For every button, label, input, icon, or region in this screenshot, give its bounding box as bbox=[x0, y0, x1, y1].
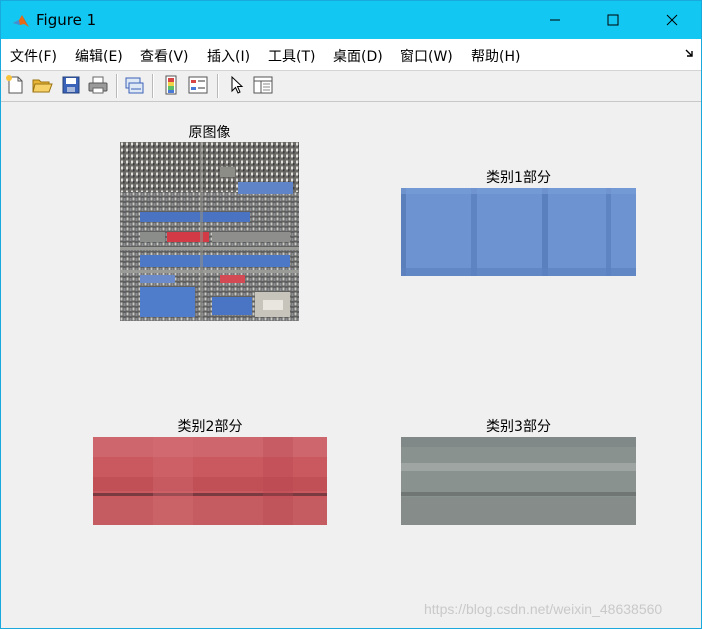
menu-desktop[interactable]: 桌面(D) bbox=[333, 46, 383, 66]
menu-view[interactable]: 查看(V) bbox=[140, 46, 189, 66]
watermark: https://blog.csdn.net/weixin_48638560 bbox=[424, 601, 663, 617]
title-bar[interactable]: Figure 1 bbox=[1, 1, 701, 39]
blue-region-graphic bbox=[401, 188, 636, 276]
menu-tools[interactable]: 工具(T) bbox=[268, 46, 315, 66]
original-aerial-image bbox=[120, 142, 299, 321]
dock-arrow-icon[interactable] bbox=[685, 48, 695, 58]
menu-help[interactable]: 帮助(H) bbox=[471, 46, 520, 66]
class3-image bbox=[401, 437, 636, 525]
minimize-button[interactable] bbox=[526, 1, 584, 39]
red-region-graphic bbox=[93, 437, 327, 525]
print-icon[interactable] bbox=[87, 74, 109, 96]
figure-canvas[interactable]: 原图像 类别1部分 类别2部分 类别3部分 https://blog.csdn.… bbox=[1, 102, 701, 628]
panel-title-original: 原图像 bbox=[188, 125, 231, 141]
gray-region-graphic bbox=[401, 437, 636, 525]
open-file-icon[interactable] bbox=[31, 74, 53, 96]
toolbar-separator bbox=[152, 74, 154, 98]
maximize-button[interactable] bbox=[584, 1, 642, 39]
new-figure-icon[interactable] bbox=[4, 74, 26, 96]
aerial-photo-graphic bbox=[120, 142, 299, 321]
panel-title-class1: 类别1部分 bbox=[486, 170, 551, 186]
link-plot-icon[interactable] bbox=[123, 74, 145, 96]
panel-title-class3: 类别3部分 bbox=[486, 419, 551, 435]
menu-file[interactable]: 文件(F) bbox=[10, 46, 57, 66]
menu-insert[interactable]: 插入(I) bbox=[207, 46, 250, 66]
maximize-icon bbox=[607, 14, 619, 26]
matlab-logo-icon bbox=[13, 15, 29, 27]
close-button[interactable] bbox=[643, 1, 701, 39]
menu-edit[interactable]: 编辑(E) bbox=[75, 46, 123, 66]
insert-colorbar-icon[interactable] bbox=[160, 74, 182, 96]
toolbar-separator bbox=[116, 74, 118, 98]
window-title: Figure 1 bbox=[36, 11, 97, 29]
close-icon bbox=[666, 14, 678, 26]
menu-window[interactable]: 窗口(W) bbox=[400, 46, 453, 66]
class1-image bbox=[401, 188, 636, 276]
figure-window: Figure 1 文件(F) 编辑(E) 查看(V) 插入(I) 工具(T) 桌… bbox=[0, 0, 702, 629]
insert-legend-icon[interactable] bbox=[187, 74, 209, 96]
panel-title-class2: 类别2部分 bbox=[177, 419, 243, 435]
save-icon[interactable] bbox=[60, 74, 82, 96]
property-inspector-icon[interactable] bbox=[252, 74, 274, 96]
menu-bar: 文件(F) 编辑(E) 查看(V) 插入(I) 工具(T) 桌面(D) 窗口(W… bbox=[1, 39, 701, 71]
toolbar-separator bbox=[217, 74, 219, 98]
toolbar bbox=[1, 71, 701, 102]
class2-image bbox=[93, 437, 327, 525]
select-pointer-icon[interactable] bbox=[226, 74, 248, 96]
minimize-icon bbox=[550, 19, 560, 21]
